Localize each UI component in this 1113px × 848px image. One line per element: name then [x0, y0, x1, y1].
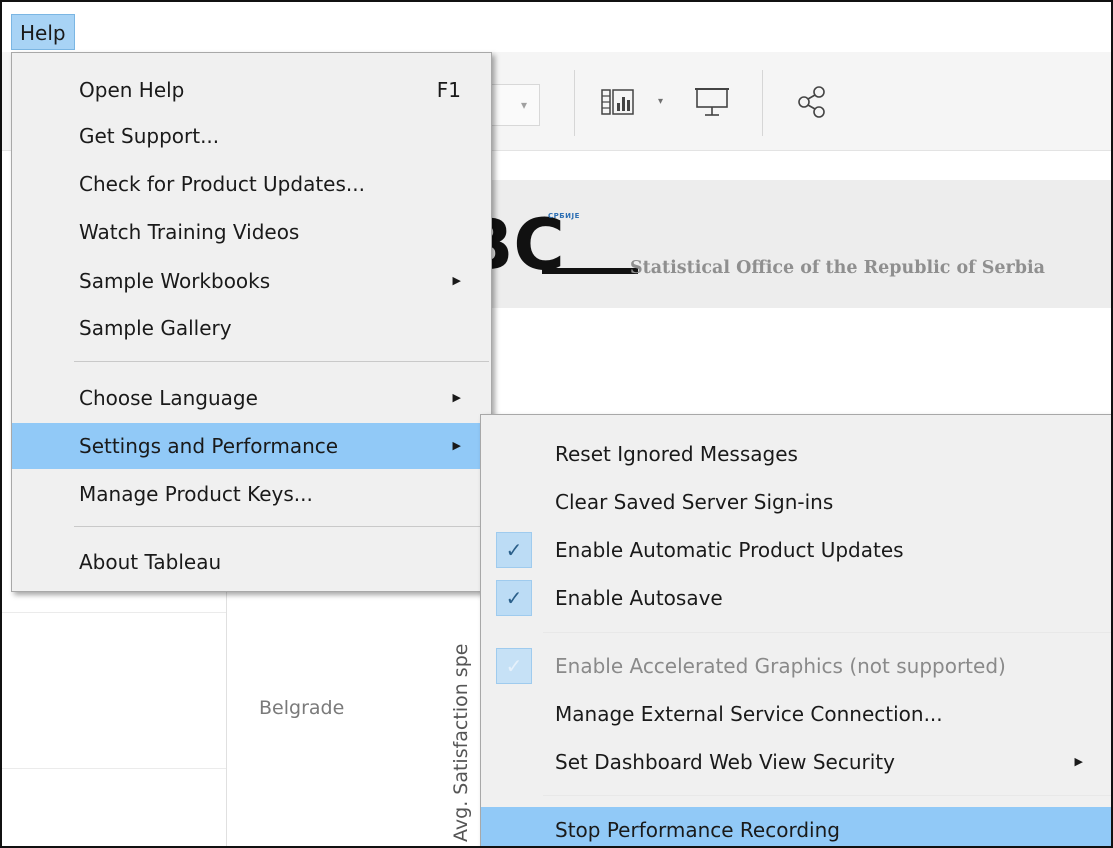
menu-item-label: Stop Performance Recording — [555, 818, 840, 842]
menu-item-manage-product-keys[interactable]: Manage Product Keys... — [12, 471, 491, 517]
menu-item-label: Choose Language — [79, 386, 258, 410]
menu-item-manage-external-service[interactable]: Manage External Service Connection... — [481, 691, 1111, 737]
menu-item-label: Reset Ignored Messages — [555, 442, 798, 466]
checkmark-icon: ✓ — [496, 648, 532, 684]
presentation-icon[interactable] — [690, 80, 734, 124]
menu-item-label: Sample Workbooks — [79, 269, 271, 293]
submenu-arrow-icon: ▶ — [1074, 755, 1083, 768]
app-window: Help ▾ ▾ BC СРБИЈЕ Statistical Office of… — [0, 0, 1113, 848]
menu-item-label: Enable Autosave — [555, 586, 723, 610]
menu-item-get-support[interactable]: Get Support... — [12, 113, 491, 159]
menu-item-sample-gallery[interactable]: Sample Gallery — [12, 305, 491, 351]
divider — [2, 768, 226, 769]
chevron-down-icon: ▾ — [520, 98, 527, 112]
menu-item-label: Check for Product Updates... — [79, 172, 365, 196]
menu-item-label: Settings and Performance — [79, 434, 339, 458]
toolbar-separator — [574, 70, 575, 136]
menu-item-enable-auto-updates[interactable]: ✓ Enable Automatic Product Updates — [481, 527, 1111, 573]
menu-item-label: Clear Saved Server Sign-ins — [555, 490, 834, 514]
menu-item-clear-saved-sign-ins[interactable]: Clear Saved Server Sign-ins — [481, 479, 1111, 525]
menubar: Help — [2, 2, 1111, 52]
menu-separator — [543, 795, 1111, 796]
menu-separator — [543, 632, 1111, 633]
menu-item-label: Enable Automatic Product Updates — [555, 538, 904, 562]
banner-title: Statistical Office of the Republic of Se… — [630, 258, 1046, 278]
menu-item-stop-performance-recording[interactable]: Stop Performance Recording — [481, 807, 1111, 846]
submenu-arrow-icon: ▶ — [452, 439, 461, 452]
row-header-label: Belgrade — [259, 697, 345, 719]
toolbar-dropdown[interactable]: ▾ — [490, 84, 540, 126]
menu-item-label: Open Help — [79, 78, 185, 102]
menu-item-check-updates[interactable]: Check for Product Updates... — [12, 161, 491, 207]
menu-item-accelerated-graphics: ✓ Enable Accelerated Graphics (not suppo… — [481, 643, 1111, 689]
settings-submenu: Reset Ignored Messages Clear Saved Serve… — [480, 414, 1111, 846]
menu-item-settings-performance[interactable]: Settings and Performance ▶ — [12, 423, 491, 469]
menu-item-label: Watch Training Videos — [79, 220, 300, 244]
logo-tag: СРБИЈЕ — [548, 212, 580, 220]
menu-separator — [74, 526, 489, 527]
menu-item-label: About Tableau — [79, 550, 222, 574]
menu-item-enable-autosave[interactable]: ✓ Enable Autosave — [481, 575, 1111, 621]
submenu-arrow-icon: ▶ — [452, 391, 461, 404]
menu-item-label: Enable Accelerated Graphics (not support… — [555, 654, 1006, 678]
help-menu: Open Help F1 Get Support... Check for Pr… — [11, 52, 492, 592]
chevron-down-icon[interactable]: ▾ — [658, 96, 663, 107]
menu-item-reset-ignored-messages[interactable]: Reset Ignored Messages — [481, 431, 1111, 477]
menu-item-training-videos[interactable]: Watch Training Videos — [12, 209, 491, 255]
checkmark-icon: ✓ — [496, 532, 532, 568]
menu-item-label: Get Support... — [79, 124, 220, 148]
menu-item-label: Set Dashboard Web View Security — [555, 750, 895, 774]
checkmark-icon: ✓ — [496, 580, 532, 616]
menu-item-label: Manage External Service Connection... — [555, 702, 943, 726]
toolbar-separator — [762, 70, 763, 136]
show-me-icon[interactable] — [596, 80, 640, 124]
divider — [2, 612, 226, 613]
menu-item-about-tableau[interactable]: About Tableau — [12, 539, 491, 585]
submenu-arrow-icon: ▶ — [452, 274, 461, 287]
menu-item-sample-workbooks[interactable]: Sample Workbooks ▶ — [12, 258, 491, 304]
menu-item-choose-language[interactable]: Choose Language ▶ — [12, 375, 491, 421]
share-icon[interactable] — [790, 80, 834, 124]
menu-item-shortcut: F1 — [436, 78, 461, 102]
menubar-help[interactable]: Help — [11, 14, 75, 50]
menu-item-web-view-security[interactable]: Set Dashboard Web View Security ▶ — [481, 739, 1111, 785]
menu-separator — [74, 361, 489, 362]
menu-item-label: Manage Product Keys... — [79, 482, 313, 506]
menu-item-label: Sample Gallery — [79, 316, 232, 340]
menu-item-open-help[interactable]: Open Help F1 — [12, 67, 491, 113]
logo-underline — [542, 268, 638, 274]
y-axis-label: Avg. Satisfaction spe — [450, 643, 472, 842]
